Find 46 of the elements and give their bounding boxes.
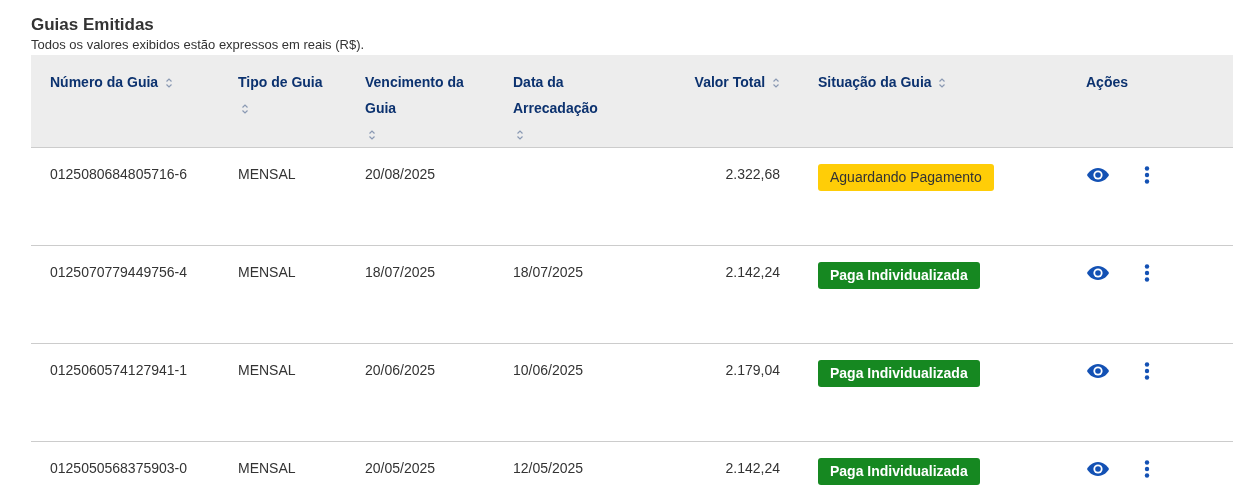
view-button[interactable] xyxy=(1086,265,1110,281)
status-badge: Paga Individualizada xyxy=(818,262,980,289)
kebab-menu-icon xyxy=(1144,166,1150,184)
section-title: Guias Emitidas xyxy=(31,14,155,36)
kebab-menu-icon xyxy=(1144,264,1150,282)
guide-type: MENSAL xyxy=(238,362,296,378)
view-button[interactable] xyxy=(1086,461,1110,477)
column-header[interactable]: Situação da Guia xyxy=(818,69,932,95)
guide-number: 0125060574127941-1 xyxy=(50,362,188,378)
due-date: 20/08/2025 xyxy=(365,166,436,182)
eye-icon xyxy=(1086,461,1110,477)
payment-date: 18/07/2025 xyxy=(513,264,584,280)
total-value: 2.142,24 xyxy=(725,460,780,476)
column-header[interactable]: Tipo de Guia xyxy=(238,69,323,95)
payment-date: 10/06/2025 xyxy=(513,362,584,378)
payment-date: 12/05/2025 xyxy=(513,460,584,476)
more-options-button[interactable] xyxy=(1144,166,1150,184)
eye-icon xyxy=(1086,363,1110,379)
kebab-menu-icon xyxy=(1144,362,1150,380)
status-badge: Paga Individualizada xyxy=(818,360,980,387)
guide-type: MENSAL xyxy=(238,264,296,280)
total-value: 2.142,24 xyxy=(725,264,780,280)
view-button[interactable] xyxy=(1086,167,1110,183)
more-options-button[interactable] xyxy=(1144,264,1150,282)
column-header[interactable]: Valor Total xyxy=(694,69,766,95)
total-value: 2.322,68 xyxy=(725,166,780,182)
more-options-button[interactable] xyxy=(1144,460,1150,478)
guide-number: 0125050568375903-0 xyxy=(50,460,188,476)
eye-icon xyxy=(1086,167,1110,183)
guide-number: 0125070779449756-4 xyxy=(50,264,188,280)
status-badge: Paga Individualizada xyxy=(818,458,980,485)
currency-note: Todos os valores exibidos estão expressos em reais (R$). xyxy=(31,36,366,54)
column-header: Ações xyxy=(1086,73,1129,92)
eye-icon xyxy=(1086,265,1110,281)
column-header[interactable]: Número da Guia xyxy=(50,69,159,95)
due-date: 18/07/2025 xyxy=(365,264,436,280)
kebab-menu-icon xyxy=(1144,460,1150,478)
view-button[interactable] xyxy=(1086,363,1110,379)
total-value: 2.179,04 xyxy=(725,362,780,378)
status-badge: Aguardando Pagamento xyxy=(818,164,994,191)
guide-type: MENSAL xyxy=(238,460,296,476)
more-options-button[interactable] xyxy=(1144,362,1150,380)
due-date: 20/06/2025 xyxy=(365,362,436,378)
guide-type: MENSAL xyxy=(238,166,296,182)
due-date: 20/05/2025 xyxy=(365,460,436,476)
guide-number: 0125080684805716-6 xyxy=(50,166,188,182)
